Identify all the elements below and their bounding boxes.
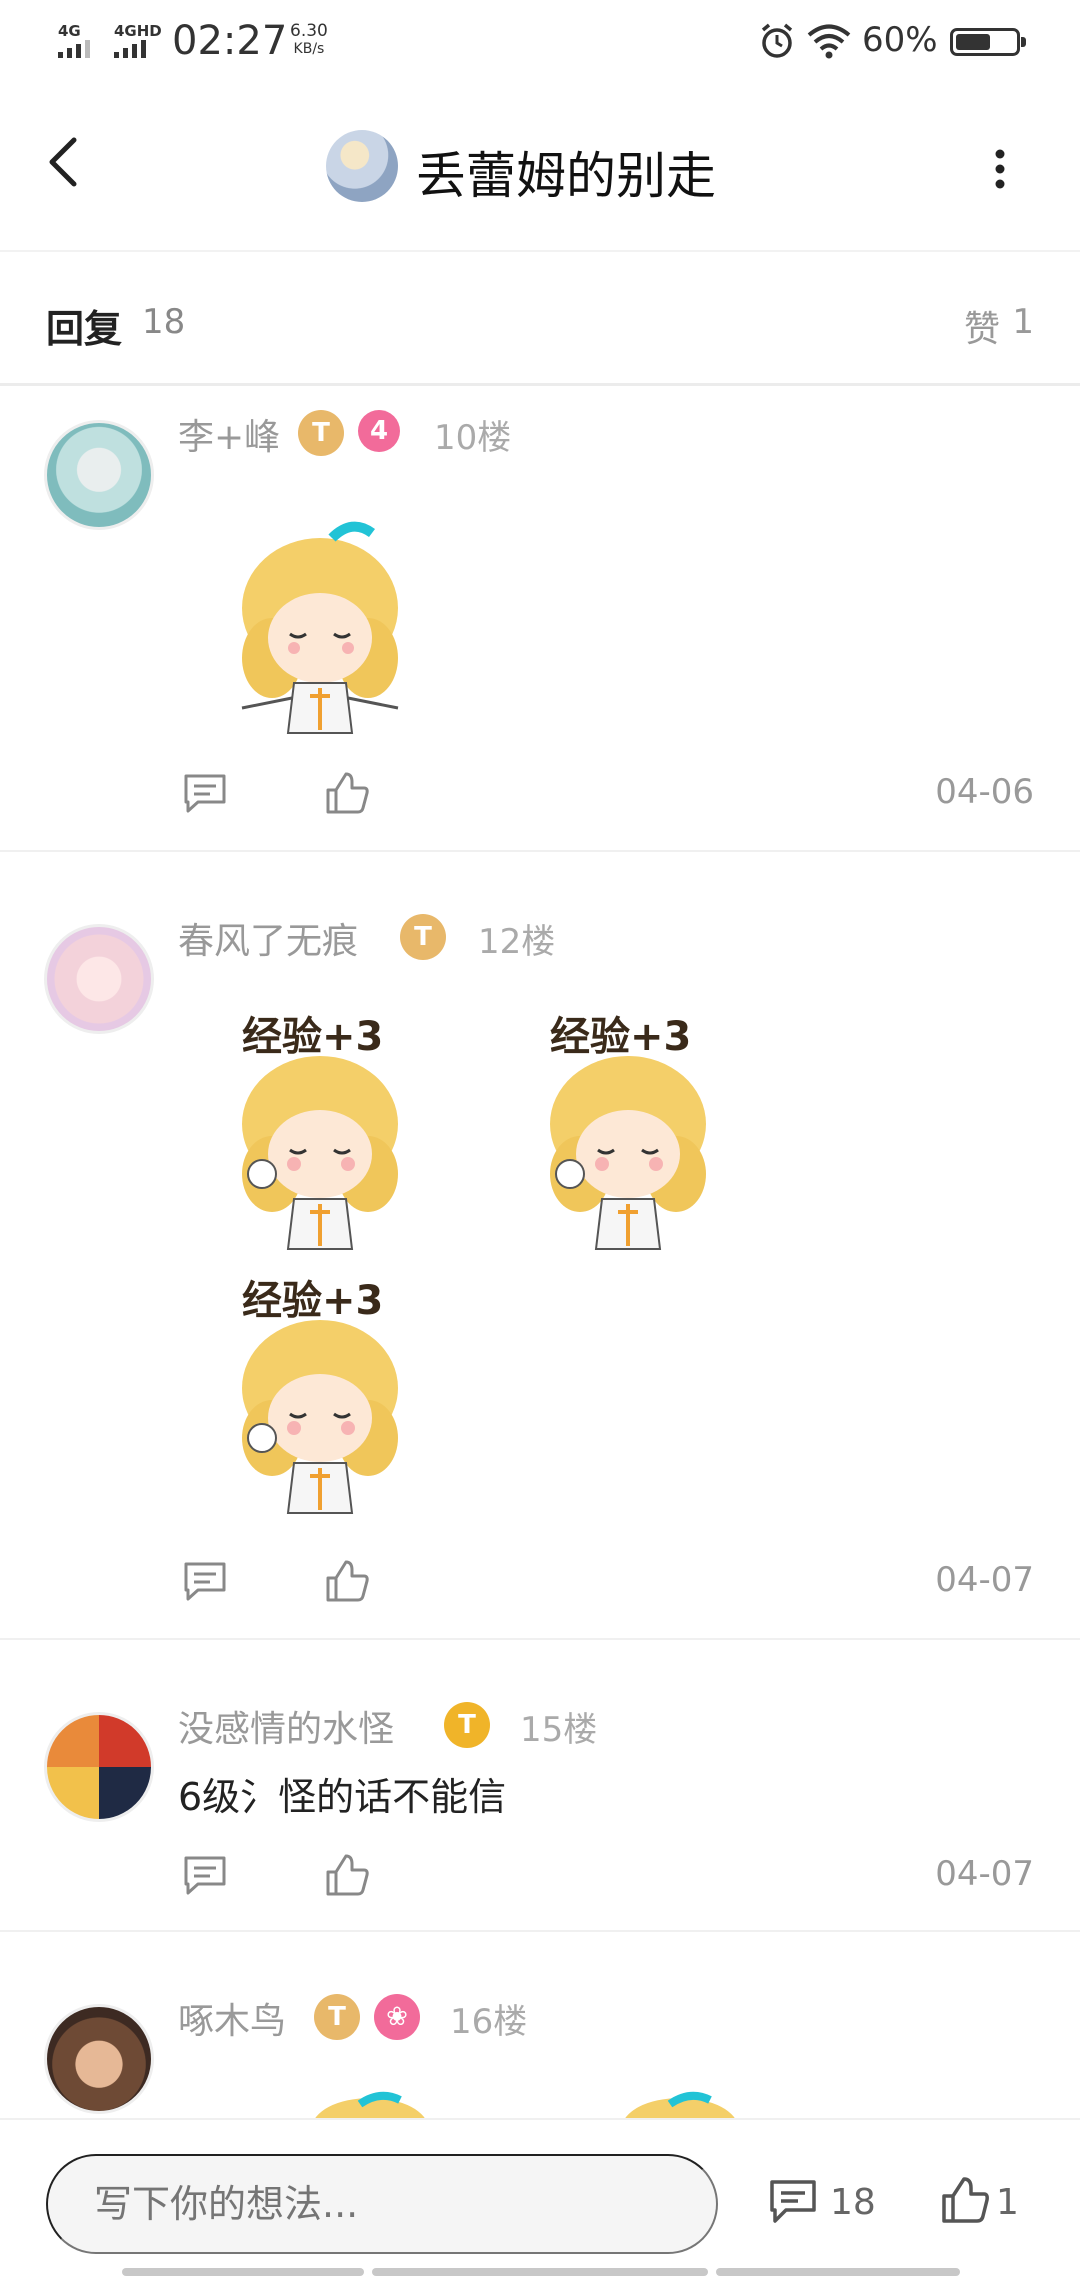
status-bar: 4G 4GHD 02:27 6.30 KB/s 60% — [0, 0, 1080, 84]
reply-count: 18 — [142, 302, 186, 342]
username[interactable]: 没感情的水怪 — [178, 1700, 394, 1752]
user-avatar[interactable] — [44, 420, 154, 530]
like-thumb-icon[interactable] — [322, 1850, 372, 1900]
user-avatar[interactable] — [44, 924, 154, 1034]
floor-number: 15楼 — [520, 1710, 598, 1750]
sticker-girl-image[interactable] — [202, 508, 432, 738]
post-date: 04-07 — [935, 1560, 1034, 1600]
title-bar: 丢蕾姆的别走 — [0, 84, 1080, 252]
post-date: 04-06 — [935, 772, 1034, 812]
reply-input[interactable] — [46, 2154, 718, 2254]
alarm-icon — [761, 23, 793, 58]
level-badge: T — [298, 410, 344, 456]
comment-icon[interactable] — [180, 1556, 230, 1606]
user-avatar[interactable] — [44, 1712, 154, 1822]
reply-tab-label[interactable]: 回复 — [46, 298, 122, 353]
like-count: 1 — [1012, 302, 1034, 342]
username[interactable]: 啄木鸟 — [178, 1992, 286, 2044]
nav-hint-bar — [122, 2268, 364, 2276]
page-title: 丢蕾姆的别走 — [416, 147, 716, 205]
reply-item: 啄木鸟 T ❀ 16楼 — [0, 1934, 1080, 2118]
sticker-exp-image[interactable]: 经验+3 — [202, 1004, 442, 1254]
nav-hint-bar — [372, 2268, 708, 2276]
reply-item: 春风了无痕 T 12楼 经验+3 经验+3 经验+3 04-07 — [0, 854, 1080, 1640]
status-time: 02:27 — [172, 18, 288, 64]
more-options-icon[interactable] — [980, 144, 1020, 194]
battery-percent: 60% — [862, 20, 938, 60]
floor-number: 16楼 — [450, 2002, 528, 2042]
nav-hint-bar — [716, 2268, 960, 2276]
bottom-action-bar: 18 1 — [0, 2118, 1080, 2280]
network-type-label-2: 4GHD — [114, 22, 162, 40]
network-type-label: 4G — [58, 22, 81, 40]
reply-item: 没感情的水怪 T 15楼 6级氵怪的话不能信 04-07 — [0, 1642, 1080, 1932]
rabbit-badge-icon: ❀ — [374, 1994, 420, 2040]
level-badge: T — [314, 1994, 360, 2040]
reply-item: 李+峰 T 4 10楼 04-06 — [0, 388, 1080, 852]
user-avatar[interactable] — [44, 2004, 154, 2114]
like-tab-label[interactable]: 赞 — [964, 300, 1000, 352]
sticker-girl-image[interactable] — [300, 2084, 440, 2118]
thread-author-avatar[interactable] — [326, 130, 398, 202]
comment-count-icon[interactable] — [766, 2176, 820, 2228]
sticker-exp-image[interactable]: 经验+3 — [510, 1004, 750, 1254]
comment-count: 18 — [830, 2182, 876, 2223]
floor-number: 10楼 — [434, 418, 512, 458]
wifi-icon — [807, 24, 851, 59]
like-thumb-icon[interactable] — [322, 1556, 372, 1606]
like-count: 1 — [996, 2182, 1019, 2223]
level-badge: T — [400, 914, 446, 960]
battery-icon — [950, 28, 1026, 56]
comment-icon[interactable] — [180, 768, 230, 818]
rank-badge: 4 — [358, 410, 400, 452]
replies-header: 回复 18 赞 1 — [0, 254, 1080, 386]
like-thumb-icon[interactable] — [322, 768, 372, 818]
back-arrow-icon[interactable] — [36, 132, 96, 192]
reply-text: 6级氵怪的话不能信 — [178, 1775, 507, 1819]
sticker-exp-image[interactable]: 经验+3 — [202, 1268, 442, 1518]
speed-value: 6.30 — [290, 21, 328, 41]
username[interactable]: 李+峰 — [178, 408, 280, 460]
like-icon[interactable] — [938, 2174, 992, 2226]
username[interactable]: 春风了无痕 — [178, 912, 358, 964]
floor-number: 12楼 — [478, 922, 556, 962]
speed-unit: KB/s — [293, 41, 325, 57]
sticker-girl-image[interactable] — [610, 2084, 750, 2118]
level-badge: T — [444, 1702, 490, 1748]
post-date: 04-07 — [935, 1854, 1034, 1894]
comment-icon[interactable] — [180, 1850, 230, 1900]
network-speed: 6.30 KB/s — [290, 22, 328, 58]
